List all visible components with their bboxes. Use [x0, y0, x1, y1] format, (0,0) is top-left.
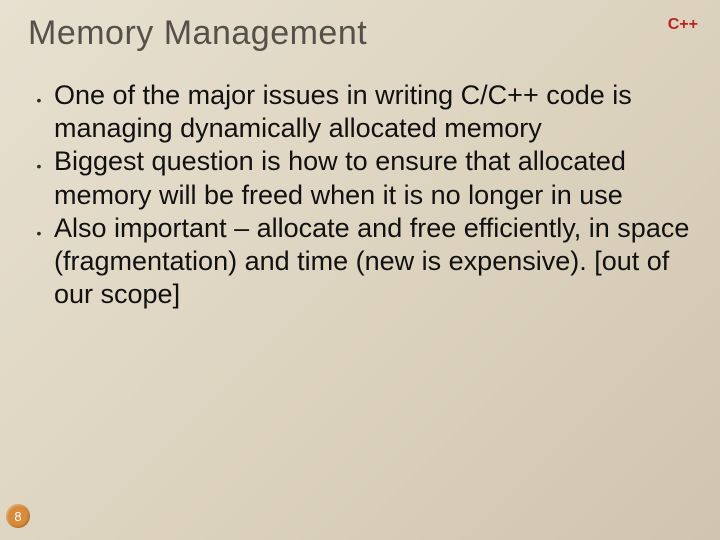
- page-number-badge: 8: [6, 504, 30, 528]
- list-item: • Biggest question is how to ensure that…: [34, 145, 692, 211]
- bullet-icon: •: [34, 225, 44, 241]
- bullet-text: Also important – allocate and free effic…: [54, 212, 692, 312]
- list-item: • One of the major issues in writing C/C…: [34, 79, 692, 145]
- list-item: • Also important – allocate and free eff…: [34, 212, 692, 312]
- page-title: Memory Management: [28, 14, 367, 53]
- bullet-text: Biggest question is how to ensure that a…: [54, 145, 692, 211]
- bullet-text: One of the major issues in writing C/C++…: [54, 79, 692, 145]
- header-row: Memory Management C++: [28, 14, 692, 53]
- cpp-badge: C++: [668, 16, 698, 34]
- bullet-icon: •: [34, 158, 44, 174]
- bullet-list: • One of the major issues in writing C/C…: [28, 79, 692, 311]
- bullet-icon: •: [34, 92, 44, 108]
- page-number: 8: [14, 509, 21, 524]
- slide: Memory Management C++ • One of the major…: [0, 0, 720, 540]
